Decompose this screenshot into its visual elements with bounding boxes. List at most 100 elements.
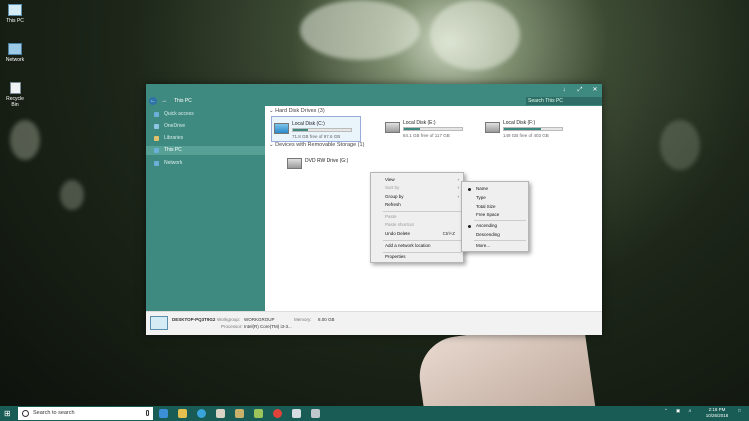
menu-item-view[interactable]: View › <box>371 176 463 184</box>
search-input[interactable]: Search This PC <box>526 97 602 105</box>
navigation-bar: ← → This PC Search This PC <box>146 96 602 106</box>
group-header-hard-drives[interactable]: ⌄ Hard Disk Drives (3) <box>269 108 325 114</box>
forward-button[interactable]: → <box>160 97 168 105</box>
clock-date: 10/26/2018 <box>705 413 729 418</box>
menu-item-shortcut: Ctrl+Z <box>442 231 455 236</box>
clock[interactable]: 2:18 PM 10/26/2018 <box>700 407 734 419</box>
sidebar-item-this-pc[interactable]: This PC <box>146 146 265 155</box>
title-bar[interactable]: ↓ ⤢ ✕ <box>146 84 602 96</box>
submenu-item-descending[interactable]: Descending <box>462 231 528 239</box>
menu-item-group-by[interactable]: Group by › <box>371 193 463 201</box>
navigation-pane: Quick access OneDrive Libraries This PC … <box>146 106 265 311</box>
app-icon[interactable] <box>292 409 301 418</box>
menu-item-label: Sort by <box>385 185 400 190</box>
chevron-up-icon[interactable]: ⌃ <box>664 408 668 414</box>
menu-separator <box>474 220 526 221</box>
drive-name: DVD RW Drive (G:) <box>305 158 349 164</box>
drive-e[interactable]: Local Disk (E:) 84.1 GB free of 117 GB <box>383 116 473 142</box>
volume-icon[interactable]: ♬ <box>688 408 693 413</box>
menu-item-properties[interactable]: Properties <box>371 253 463 261</box>
sidebar-item-label: OneDrive <box>164 123 186 129</box>
sidebar-item-label: Libraries <box>164 135 184 141</box>
drive-name: Local Disk (E:) <box>403 120 436 126</box>
menu-item-label: Paste shortcut <box>385 222 414 227</box>
group-header-label: Hard Disk Drives (3) <box>275 108 325 114</box>
menu-item-label: Group by <box>385 194 404 199</box>
group-header-removable[interactable]: ⌄ Devices with Removable Storage (1) <box>269 142 364 148</box>
hard-drive-icon <box>485 122 500 133</box>
submenu-item-ascending[interactable]: Ascending <box>462 222 528 230</box>
edge-icon[interactable] <box>159 409 168 418</box>
menu-item-label: View <box>385 177 395 182</box>
drive-dvd[interactable]: DVD RW Drive (G:) <box>285 154 375 172</box>
sidebar-item-onedrive[interactable]: OneDrive <box>146 122 265 131</box>
computer-name: DESKTOP-PQ3T9G2 <box>172 317 216 322</box>
back-button[interactable]: ← <box>149 97 157 105</box>
onedrive-icon <box>154 124 159 129</box>
minimize-button[interactable]: ↓ <box>560 86 568 94</box>
desktop-icon-label: Network <box>5 57 25 63</box>
notepad-icon[interactable] <box>254 409 263 418</box>
sidebar-item-label: Quick access <box>164 111 194 117</box>
menu-item-paste[interactable]: Paste <box>371 213 463 221</box>
desktop-icon-this-pc[interactable]: This PC <box>2 4 28 24</box>
menu-item-refresh[interactable]: Refresh <box>371 201 463 209</box>
taskbar-search-box[interactable]: Search to search <box>18 407 153 420</box>
network-icon <box>154 161 159 166</box>
submenu-item-name[interactable]: Name <box>462 185 528 193</box>
sidebar-item-libraries[interactable]: Libraries <box>146 134 265 143</box>
submenu-item-label: Free Space <box>476 212 500 217</box>
network-tray-icon[interactable]: ▣ <box>676 408 680 414</box>
submenu-item-more[interactable]: More... <box>462 242 528 250</box>
desktop-icon-network[interactable]: Network <box>2 43 28 63</box>
menu-separator <box>383 211 461 212</box>
dvd-drive-icon <box>287 158 302 169</box>
sidebar-item-quick-access[interactable]: Quick access <box>146 110 265 119</box>
processor-value: Intel(R) Core(TM) i3-3... <box>244 324 292 329</box>
memory-label: Memory: <box>294 317 312 322</box>
notification-icon[interactable]: □ <box>738 408 741 413</box>
desktop-icon-recycle-bin[interactable]: Recycle Bin <box>2 82 28 108</box>
settings-icon[interactable] <box>216 409 225 418</box>
sidebar-item-network[interactable]: Network <box>146 159 265 168</box>
microphone-icon[interactable] <box>146 410 149 416</box>
drive-free-space: 71.8 GB free of 97.6 GB <box>292 134 341 139</box>
maximize-button[interactable]: ⤢ <box>576 86 584 94</box>
group-header-label: Devices with Removable Storage (1) <box>275 142 365 148</box>
menu-item-sort-by[interactable]: Sort by › <box>371 184 463 192</box>
computer-icon <box>150 316 168 330</box>
this-pc-icon <box>154 148 159 153</box>
chrome-icon[interactable] <box>273 409 282 418</box>
app-icon[interactable] <box>235 409 244 418</box>
chevron-right-icon: › <box>457 185 460 190</box>
file-explorer-icon[interactable] <box>178 409 187 418</box>
network-icon <box>8 43 22 55</box>
menu-item-label: Add a network location <box>385 243 431 248</box>
submenu-item-free-space[interactable]: Free Space <box>462 211 528 219</box>
start-button[interactable]: ⊞ <box>4 409 13 418</box>
drive-usage-bar <box>503 127 563 131</box>
store-icon[interactable] <box>311 409 320 418</box>
menu-item-add-network-location[interactable]: Add a network location <box>371 242 463 250</box>
drive-c[interactable]: Local Disk (C:) 71.8 GB free of 97.6 GB <box>271 116 361 142</box>
processor-label: Processor: <box>221 324 243 329</box>
submenu-item-label: Ascending <box>476 223 498 228</box>
menu-item-label: Undo Delete <box>385 231 411 236</box>
drive-usage-fill <box>404 128 421 130</box>
menu-item-undo-delete[interactable]: Undo Delete Ctrl+Z <box>371 230 463 238</box>
menu-item-paste-shortcut[interactable]: Paste shortcut <box>371 221 463 229</box>
address-bar[interactable]: This PC <box>174 98 192 104</box>
drive-free-space: 149 GB free of 403 GB <box>503 133 549 138</box>
telegram-icon[interactable] <box>197 409 206 418</box>
radio-selected-icon <box>468 225 471 228</box>
drive-name: Local Disk (C:) <box>292 121 325 127</box>
recycle-bin-icon <box>9 82 21 94</box>
menu-item-label: Refresh <box>385 202 401 207</box>
submenu-item-label: Total Size <box>476 204 496 209</box>
submenu-item-total-size[interactable]: Total Size <box>462 203 528 211</box>
submenu-item-type[interactable]: Type <box>462 194 528 202</box>
radio-selected-icon <box>468 188 471 191</box>
menu-separator <box>383 240 461 241</box>
drive-f[interactable]: Local Disk (F:) 149 GB free of 403 GB <box>483 116 573 142</box>
close-button[interactable]: ✕ <box>591 86 599 94</box>
